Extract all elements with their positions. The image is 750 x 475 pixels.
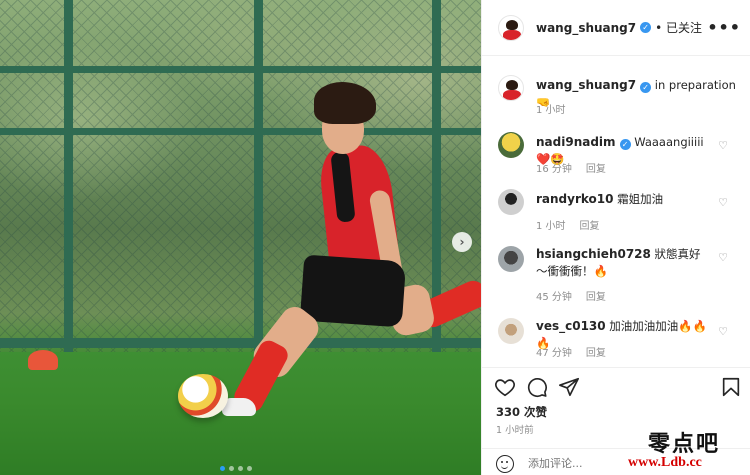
comment-meta: 47 分钟 回复 — [536, 344, 620, 359]
comment-list: wang_shuang7 ✓ in preparation 🤜 1 小时 nadi… — [482, 57, 750, 367]
carousel-dots — [220, 466, 252, 471]
comment-text: 霜姐加油 — [617, 192, 664, 206]
verified-icon: ✓ — [640, 82, 652, 93]
avatar[interactable] — [498, 318, 524, 344]
comment-icon[interactable] — [526, 376, 548, 398]
comment-body: hsiangchieh0728 狀態真好～衝衝衝！🔥 — [536, 246, 711, 280]
watermark-url: www.Ldb.cc — [628, 455, 702, 470]
comment-time[interactable]: 16 分钟 — [536, 164, 572, 175]
follow-status-label: 已关注 — [666, 21, 703, 35]
follow-status[interactable]: • 已关注 — [655, 19, 702, 36]
more-options-icon[interactable]: ••• — [707, 18, 741, 37]
carousel-dot-active — [220, 466, 225, 471]
comment-time[interactable]: 45 分钟 — [536, 292, 572, 303]
verified-icon: ✓ — [619, 139, 631, 150]
carousel-dot — [229, 466, 234, 471]
avatar[interactable] — [498, 246, 524, 272]
like-count[interactable]: 330 次赞 — [496, 404, 547, 420]
comment-like-heart-icon[interactable]: ♡ — [717, 326, 729, 338]
carousel-next-button[interactable]: › — [452, 232, 472, 252]
comment-username[interactable]: ves_c0130 — [536, 319, 606, 333]
send-icon[interactable] — [558, 376, 580, 398]
comment-like-heart-icon[interactable]: ♡ — [717, 252, 729, 264]
comment-like-heart-icon[interactable]: ♡ — [717, 140, 729, 152]
heart-icon[interactable] — [494, 376, 516, 398]
soccer-ball — [178, 374, 228, 418]
comment-username[interactable]: hsiangchieh0728 — [536, 247, 651, 261]
comment-username[interactable]: nadi9nadim — [536, 135, 616, 149]
reply-button[interactable]: 回复 — [586, 348, 606, 359]
watermark-text: 零点吧 — [648, 431, 721, 457]
comment-time[interactable]: 1 小时 — [536, 221, 566, 232]
comment-time[interactable]: 47 分钟 — [536, 348, 572, 359]
emoji-icon[interactable] — [496, 455, 514, 473]
comment-meta: 1 小时 回复 — [536, 217, 614, 232]
reply-button[interactable]: 回复 — [586, 292, 606, 303]
avatar[interactable] — [498, 75, 524, 101]
post-actions: 330 次赞 1 小时前 — [482, 367, 750, 475]
avatar[interactable] — [498, 189, 524, 215]
verified-icon: ✓ — [640, 22, 652, 33]
reply-button[interactable]: 回复 — [580, 221, 600, 232]
comment-meta: 16 分钟 回复 — [536, 160, 620, 175]
caption-username[interactable]: wang_shuang7 — [536, 78, 636, 92]
reply-button[interactable]: 回复 — [586, 164, 606, 175]
caption-meta: 1 小时 — [536, 101, 580, 116]
player-figure — [0, 0, 481, 475]
comment-like-heart-icon[interactable]: ♡ — [717, 197, 729, 209]
carousel-dot — [247, 466, 252, 471]
avatar[interactable] — [498, 14, 524, 41]
carousel-dot — [238, 466, 243, 471]
post-timestamp[interactable]: 1 小时前 — [496, 422, 534, 436]
comment-username[interactable]: randyrko10 — [536, 192, 614, 206]
player-shorts — [299, 254, 407, 328]
header-username[interactable]: wang_shuang7 — [536, 21, 636, 35]
post-side-panel: wang_shuang7 ✓ • 已关注 ••• wang_shuang7 ✓ i… — [481, 0, 750, 475]
bookmark-icon[interactable] — [720, 376, 742, 398]
avatar[interactable] — [498, 132, 524, 158]
comment-meta: 45 分钟 回复 — [536, 288, 620, 303]
comment-body: randyrko10 霜姐加油 — [536, 191, 706, 208]
post-photo[interactable]: › — [0, 0, 481, 475]
post-header: wang_shuang7 ✓ • 已关注 ••• — [482, 0, 750, 56]
caption-time[interactable]: 1 小时 — [536, 105, 566, 116]
player-hair — [314, 82, 376, 124]
